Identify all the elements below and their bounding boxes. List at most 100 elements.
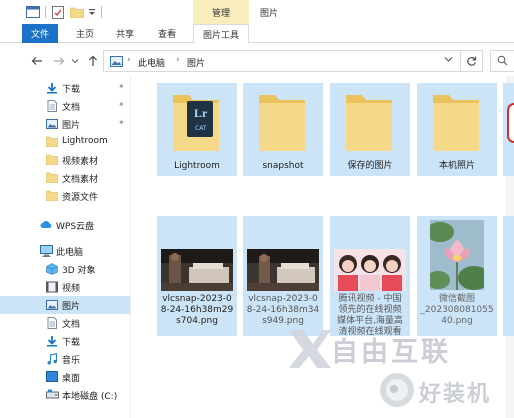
folder-tile-snapshot[interactable]: snapshot <box>243 83 323 176</box>
address-dropdown-icon[interactable] <box>444 56 453 66</box>
file-name-line: vlcsnap-2023-0 <box>162 294 232 304</box>
sidebar-item-this-pc[interactable]: 此电脑 <box>0 242 130 260</box>
folder-name: Lightroom <box>174 161 220 171</box>
sidebar-item-pictures[interactable]: 图片 <box>0 296 130 314</box>
folder-name: 本机照片 <box>438 161 475 171</box>
tab-file[interactable]: 文件 <box>22 24 58 43</box>
search-icon <box>497 55 508 69</box>
folder-tile-lightroom[interactable]: Lr CAT Lightroom <box>157 83 237 176</box>
tab-view[interactable]: 查看 <box>152 24 182 43</box>
file-name-line: 腾讯视频 - 中国 <box>338 294 402 304</box>
file-tile-tencent-video[interactable]: 腾讯视频 - 中国 领先的在线视频 媒体平台,海量高 清视频在线观看 <box>330 216 410 337</box>
address-bar[interactable]: › 此电脑 › 图片 <box>103 50 461 72</box>
folder-name: 保存的图片 <box>347 161 393 171</box>
back-arrow-icon[interactable] <box>29 53 45 69</box>
file-tile-wechat-screenshot[interactable]: 微信截图 _202308081055 40.png <box>417 216 497 336</box>
file-name-line: s949.png <box>262 316 304 326</box>
folder-tile-partial[interactable] <box>503 83 514 176</box>
folder-name: snapshot <box>262 161 304 171</box>
sidebar-item-local-disk-c[interactable]: 本地磁盘 (C:) <box>0 386 130 404</box>
sidebar-item-downloads[interactable]: 下载 <box>0 332 130 350</box>
recent-locations-icon[interactable] <box>69 53 81 69</box>
refresh-icon[interactable] <box>461 50 483 72</box>
window-title: 图片 <box>260 9 279 19</box>
file-name-line: 40.png <box>441 316 473 326</box>
sidebar-item-desktop[interactable]: 桌面 <box>0 368 130 386</box>
pin-icon[interactable]: ✦ <box>118 118 125 127</box>
video-screenshot-thumbnail <box>334 249 406 291</box>
sidebar-item-documents[interactable]: 文档 <box>0 314 130 332</box>
video-frame-thumbnail <box>161 249 233 291</box>
desktop-icon <box>46 371 58 383</box>
navigation-pane: 下载 ✦ 文档 ✦ 图片 ✦ Lightroom 视频素材 文档素材 资源文件 … <box>0 76 130 418</box>
folder-icon <box>431 89 483 154</box>
cloud-icon <box>40 219 52 231</box>
breadcrumb-pictures[interactable]: 图片 <box>187 56 205 69</box>
tab-share[interactable]: 共享 <box>110 24 140 43</box>
forward-arrow-icon[interactable] <box>51 53 67 69</box>
tab-picture-tools[interactable]: 图片工具 <box>193 24 249 44</box>
partial-thumbnail <box>507 103 514 143</box>
pictures-icon <box>46 118 58 130</box>
manage-context-tab[interactable]: 管理 <box>193 0 249 24</box>
pin-icon[interactable]: ✦ <box>118 100 125 109</box>
ribbon-tabs: 文件 主页 共享 查看 图片工具 <box>0 24 514 44</box>
sidebar-item-music[interactable]: 音乐 <box>0 350 130 368</box>
folder-icon <box>45 136 59 148</box>
pin-icon[interactable]: ✦ <box>118 82 125 91</box>
document-icon <box>46 100 58 112</box>
folder-icon <box>45 190 59 202</box>
download-icon <box>46 335 58 347</box>
file-name-line: 8-24-16h38m34 <box>246 305 320 315</box>
sidebar-item-resource-files[interactable]: 资源文件 <box>0 187 130 205</box>
lotus-photo-thumbnail <box>430 220 484 290</box>
lightroom-folder-icon <box>171 89 223 154</box>
customize-toolbar-icon[interactable] <box>88 5 96 19</box>
sidebar-item-video-assets[interactable]: 视频素材 <box>0 151 130 169</box>
file-name-line: 媒体平台,海量高 <box>337 316 403 326</box>
sidebar-item-downloads-quick[interactable]: 下载 ✦ <box>0 79 130 97</box>
file-name-line: 微信截图 <box>438 294 475 304</box>
file-name-line: _202308081055 <box>420 305 494 315</box>
sidebar-item-documents-quick[interactable]: 文档 ✦ <box>0 97 130 115</box>
breadcrumb-chevron-icon[interactable]: › <box>127 55 131 65</box>
file-name-line: 领先的在线视频 <box>338 305 402 315</box>
sidebar-item-3d-objects[interactable]: 3D 对象 <box>0 260 130 278</box>
file-name-line: 8-24-16h38m29 <box>160 305 234 315</box>
music-icon <box>46 353 58 365</box>
navigation-bar: › 此电脑 › 图片 <box>0 46 514 76</box>
new-folder-icon[interactable] <box>70 5 84 19</box>
up-arrow-icon[interactable] <box>85 53 101 69</box>
properties-icon[interactable] <box>52 5 64 19</box>
sidebar-item-videos[interactable]: 视频 <box>0 278 130 296</box>
pictures-location-icon <box>110 56 123 70</box>
file-name-line: 清视频在线观看 <box>338 327 402 337</box>
computer-icon <box>40 245 53 257</box>
download-icon <box>46 82 58 94</box>
file-name-line: s704.png <box>176 316 218 326</box>
folder-icon <box>344 89 396 154</box>
breadcrumb-this-pc[interactable]: 此电脑 <box>138 56 165 69</box>
3d-objects-icon <box>46 263 58 275</box>
video-frame-thumbnail <box>247 249 319 291</box>
folder-tile-camera-roll[interactable]: 本机照片 <box>417 83 497 176</box>
file-tile-partial[interactable] <box>503 216 514 336</box>
file-tile-vlcsnap-1[interactable]: vlcsnap-2023-0 8-24-16h38m29 s704.png <box>157 216 237 336</box>
sidebar-item-lightroom[interactable]: Lightroom <box>0 133 130 151</box>
sidebar-item-pictures-quick[interactable]: 图片 ✦ <box>0 115 130 133</box>
pictures-icon <box>46 299 58 311</box>
lightroom-badge-sub: CAT <box>195 125 207 132</box>
file-tile-vlcsnap-2[interactable]: vlcsnap-2023-0 8-24-16h38m34 s949.png <box>243 216 323 336</box>
search-box[interactable] <box>490 50 514 72</box>
qa-separator <box>45 5 46 19</box>
folder-icon <box>45 154 59 166</box>
folder-icon <box>257 89 309 154</box>
tab-home[interactable]: 主页 <box>70 24 100 43</box>
sidebar-item-document-assets[interactable]: 文档素材 <box>0 169 130 187</box>
breadcrumb-chevron-icon[interactable]: › <box>176 55 180 65</box>
sidebar-item-wps-cloud[interactable]: WPS云盘 <box>0 216 130 234</box>
window-icon[interactable] <box>26 5 40 19</box>
document-icon <box>46 317 58 329</box>
folder-tile-saved-pictures[interactable]: 保存的图片 <box>330 83 410 176</box>
folder-icon <box>45 172 59 184</box>
